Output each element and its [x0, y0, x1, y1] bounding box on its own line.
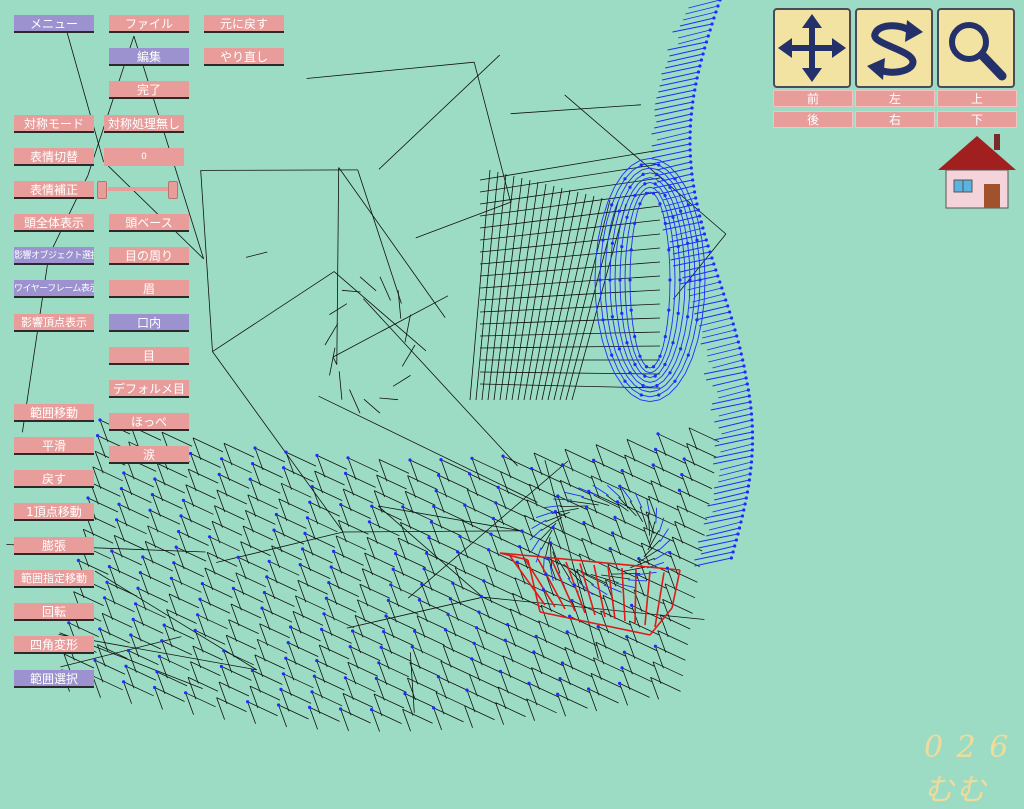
move-tool-button[interactable]	[773, 8, 851, 88]
tear-button[interactable]: 涙	[109, 446, 189, 464]
expression-value-field[interactable]: 0	[104, 148, 184, 166]
view-front-button[interactable]: 前	[773, 90, 853, 107]
inflate-button[interactable]: 膨張	[14, 537, 94, 555]
range-select-button[interactable]: 範囲選択	[14, 670, 94, 688]
head-full-view-button[interactable]: 頭全体表示	[14, 214, 94, 232]
range-specified-move-button[interactable]: 範囲指定移動	[14, 570, 94, 588]
quad-deform-button[interactable]: 四角変形	[14, 636, 94, 654]
one-vertex-move-button[interactable]: 1頂点移動	[14, 503, 94, 521]
smooth-button[interactable]: 平滑	[14, 437, 94, 455]
edit-button[interactable]: 編集	[109, 48, 189, 66]
rotate-button[interactable]: 回転	[14, 603, 94, 621]
done-button[interactable]: 完了	[109, 81, 189, 99]
symmetry-value-button[interactable]: 対称処理無し	[104, 115, 184, 133]
expression-correct-slider[interactable]	[108, 187, 176, 191]
house-icon[interactable]	[938, 132, 1016, 210]
symmetry-mode-button[interactable]: 対称モード	[14, 115, 94, 133]
file-button[interactable]: ファイル	[109, 15, 189, 33]
view-bottom-button[interactable]: 下	[937, 111, 1017, 128]
eye-button[interactable]: 目	[109, 347, 189, 365]
view-right-button[interactable]: 右	[855, 111, 935, 128]
eyebrow-button[interactable]: 眉	[109, 280, 189, 298]
expression-switch-button[interactable]: 表情切替	[14, 148, 94, 166]
deformed-eye-button[interactable]: デフォルメ目	[109, 380, 189, 398]
app-logo: 0 2 6 むむ	[924, 730, 1024, 768]
influence-vertex-view-button[interactable]: 影響頂点表示	[14, 314, 94, 332]
revert-button[interactable]: 戻す	[14, 470, 94, 488]
view-back-button[interactable]: 後	[773, 111, 853, 128]
rotate-arrows-icon	[857, 10, 931, 86]
cheek-button[interactable]: ほっぺ	[109, 413, 189, 431]
slider-left-handle[interactable]	[97, 181, 107, 199]
wireframe-view-button[interactable]: ワイヤーフレーム表示	[14, 280, 94, 298]
view-top-button[interactable]: 上	[937, 90, 1017, 107]
menu-button[interactable]: メニュー	[14, 15, 94, 33]
mouth-inside-button[interactable]: 口内	[109, 314, 189, 332]
undo-button[interactable]: 元に戻す	[204, 15, 284, 33]
rotate-tool-button[interactable]	[855, 8, 933, 88]
expression-correct-button[interactable]: 表情補正	[14, 181, 94, 199]
head-base-button[interactable]: 頭ベース	[109, 214, 189, 232]
redo-button[interactable]: やり直し	[204, 48, 284, 66]
mesh-blue-edges	[530, 0, 753, 595]
view-left-button[interactable]: 左	[855, 90, 935, 107]
magnifier-icon	[939, 10, 1013, 86]
around-eyes-button[interactable]: 目の周り	[109, 247, 189, 265]
zoom-tool-button[interactable]	[937, 8, 1015, 88]
slider-right-handle[interactable]	[168, 181, 178, 199]
range-move-button[interactable]: 範囲移動	[14, 404, 94, 422]
influence-object-select-button[interactable]: 影響オブジェクト選択	[14, 247, 94, 265]
move-arrows-icon	[775, 10, 849, 86]
